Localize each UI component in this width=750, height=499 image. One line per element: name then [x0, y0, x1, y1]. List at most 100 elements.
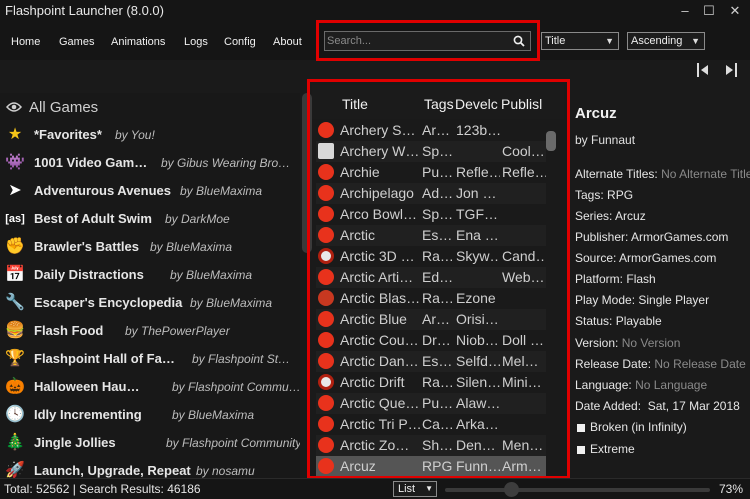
toggle-right-sidebar-icon[interactable]	[724, 62, 738, 78]
nav-config[interactable]: Config	[224, 36, 256, 48]
broken-label: Broken (in Infinity)	[590, 420, 687, 434]
close-icon[interactable]: ✕	[724, 1, 746, 21]
flash-icon	[318, 227, 334, 243]
tags-value[interactable]: RPG	[607, 188, 633, 202]
cursor-icon: ➤	[8, 182, 22, 199]
nav-animations[interactable]: Animations	[111, 36, 165, 48]
table-row[interactable]: Arctic Tri P… Ca… Arka…	[316, 414, 546, 435]
status-value[interactable]: Playable	[616, 314, 662, 328]
table-row[interactable]: Archie Pu… Refle… Refle…	[316, 162, 546, 183]
playlist-author: by Flashpoint Commu…	[172, 380, 300, 394]
cell-tags: Ar…	[422, 311, 450, 327]
cell-tags: Ca…	[422, 416, 454, 432]
version-value[interactable]: No Version	[622, 336, 681, 350]
zoom-slider-thumb[interactable]	[503, 482, 519, 497]
language-value[interactable]: No Language	[635, 378, 707, 392]
alternate-titles-value[interactable]: No Alternate Titles	[661, 167, 750, 181]
table-row[interactable]: Arctic Es… Ena …	[316, 225, 546, 246]
table-row[interactable]: Arctic Zo… Sh… Den… Men…	[316, 435, 546, 456]
sidebar-item-playlist[interactable]: ★ *Favorites* by You!	[0, 121, 300, 149]
view-mode-select[interactable]: List ▼	[393, 481, 437, 497]
sidebar-item-playlist[interactable]: 📅 Daily Distractions by BlueMaxima	[0, 261, 300, 289]
table-row[interactable]: Arctic Cou… Dr… Niob… Doll …	[316, 330, 546, 351]
nav-about[interactable]: About	[273, 36, 302, 48]
platform-value[interactable]: Flash	[626, 272, 655, 286]
cell-title: Arctic Dan…	[340, 353, 419, 369]
order-by-select[interactable]: Title ▼	[541, 32, 619, 50]
status-row: Status: Playable	[575, 314, 662, 328]
sidebar-item-playlist[interactable]: 🎃 Halloween Hau… by Flashpoint Commu…	[0, 373, 300, 401]
game-list-scrollbar[interactable]	[546, 131, 556, 151]
sidebar-item-playlist[interactable]: 🕓 Idly Incrementing by BlueMaxima	[0, 401, 300, 429]
flash-icon	[318, 269, 334, 285]
column-tags[interactable]: Tags	[424, 96, 454, 112]
table-row[interactable]: Arctic Drift Ra… Silen… Mini…	[316, 372, 546, 393]
release-date-row: Release Date: No Release Date	[575, 357, 746, 371]
sidebar-item-playlist[interactable]: 🎄 Jingle Jollies by Flashpoint Community	[0, 429, 300, 457]
table-row[interactable]: Archery W… Sp… Cool…	[316, 141, 546, 162]
playlist-author: by Gibus Wearing Bro…	[161, 156, 291, 170]
table-row[interactable]: Archery S… Ar… 123b…	[316, 120, 546, 141]
search-icon[interactable]	[513, 35, 525, 47]
maximize-icon[interactable]: ☐	[698, 1, 720, 21]
nav-home[interactable]: Home	[11, 36, 40, 48]
series-row: Series: Arcuz	[575, 209, 646, 223]
date-added-value: Sat, 17 Mar 2018	[647, 399, 740, 413]
cell-pub: Cool…	[502, 143, 545, 159]
release-date-value[interactable]: No Release Date	[654, 357, 745, 371]
minimize-icon[interactable]: –	[674, 1, 696, 21]
cell-title: Archery S…	[340, 122, 416, 138]
tree-icon: 🎄	[5, 434, 25, 451]
table-row[interactable]: Arctic Que… Pu… Alaw…	[316, 393, 546, 414]
cell-dev: Ena …	[456, 227, 499, 243]
order-by-value: Title	[545, 35, 566, 47]
table-row[interactable]: Arco Bowl… Sp… TGF…	[316, 204, 546, 225]
column-publisher[interactable]: Publisl	[501, 96, 546, 112]
sidebar-item-playlist[interactable]: 🏆 Flashpoint Hall of Fa… by Flashpoint St…	[0, 345, 300, 373]
table-row[interactable]: Arctic Blue Ar… Orisi…	[316, 309, 546, 330]
column-developer[interactable]: Develc	[455, 96, 499, 112]
zoom-slider-track[interactable]	[445, 488, 710, 492]
cell-title: Archipelago	[340, 185, 414, 201]
sidebar-item-playlist[interactable]: [as] Best of Adult Swim by DarkMoe	[0, 205, 300, 233]
all-games-item[interactable]: All Games	[0, 93, 300, 121]
search-input[interactable]	[327, 33, 507, 49]
broken-checkbox[interactable]	[577, 424, 585, 432]
flash-icon	[318, 164, 334, 180]
cell-pub: Mel…	[502, 353, 539, 369]
playlist-name: Adventurous Avenues	[34, 183, 172, 198]
publisher-value[interactable]: ArmorGames.com	[631, 230, 728, 244]
cell-title: Arctic Blas…	[340, 290, 421, 306]
table-row[interactable]: Archipelago Ad… Jon …	[316, 183, 546, 204]
series-value[interactable]: Arcuz	[615, 209, 646, 223]
table-row[interactable]: Arctic Arti… Ed… Web…	[316, 267, 546, 288]
trophy-icon: 🏆	[5, 350, 25, 367]
sidebar-item-playlist[interactable]: ➤ Adventurous Avenues by BlueMaxima	[0, 177, 300, 205]
play-mode-value[interactable]: Single Player	[638, 293, 709, 307]
column-title[interactable]: Title	[342, 96, 402, 112]
sidebar-item-playlist[interactable]: 🚀 Launch, Upgrade, Repeat by nosamu	[0, 457, 300, 478]
sidebar-scrollbar[interactable]	[302, 93, 312, 253]
sidebar-item-playlist[interactable]: ✊ Brawler's Battles by BlueMaxima	[0, 233, 300, 261]
table-row[interactable]: Arctic Blas… Ra… Ezone	[316, 288, 546, 309]
nav-games[interactable]: Games	[59, 36, 94, 48]
version-row: Version: No Version	[575, 336, 681, 350]
cell-title: Arctic Blue	[340, 311, 407, 327]
sidebar-item-playlist[interactable]: 🔧 Escaper's Encyclopedia by BlueMaxima	[0, 289, 300, 317]
extreme-checkbox[interactable]	[577, 446, 585, 454]
flash-icon	[318, 206, 334, 222]
toggle-left-sidebar-icon[interactable]	[696, 62, 710, 78]
nav-logs[interactable]: Logs	[184, 36, 208, 48]
table-row[interactable]: Arctic Dan… Es… Selfd… Mel…	[316, 351, 546, 372]
table-row[interactable]: Arcuz RPG Funn… Arm…	[316, 456, 546, 477]
fist-icon: ✊	[5, 238, 25, 255]
sidebar-item-playlist[interactable]: 🍔 Flash Food by ThePowerPlayer	[0, 317, 300, 345]
source-value[interactable]: ArmorGames.com	[619, 251, 716, 265]
play-mode-row: Play Mode: Single Player	[575, 293, 710, 307]
cell-tags: Es…	[422, 353, 453, 369]
order-direction-select[interactable]: Ascending ▼	[627, 32, 705, 50]
table-row[interactable]: Arctic 3D … Ra… Skyw… Cand…	[316, 246, 546, 267]
tags-row: Tags: RPG	[575, 188, 634, 202]
sidebar-item-playlist[interactable]: 👾 1001 Video Gam… by Gibus Wearing Bro…	[0, 149, 300, 177]
search-box[interactable]	[324, 31, 531, 51]
